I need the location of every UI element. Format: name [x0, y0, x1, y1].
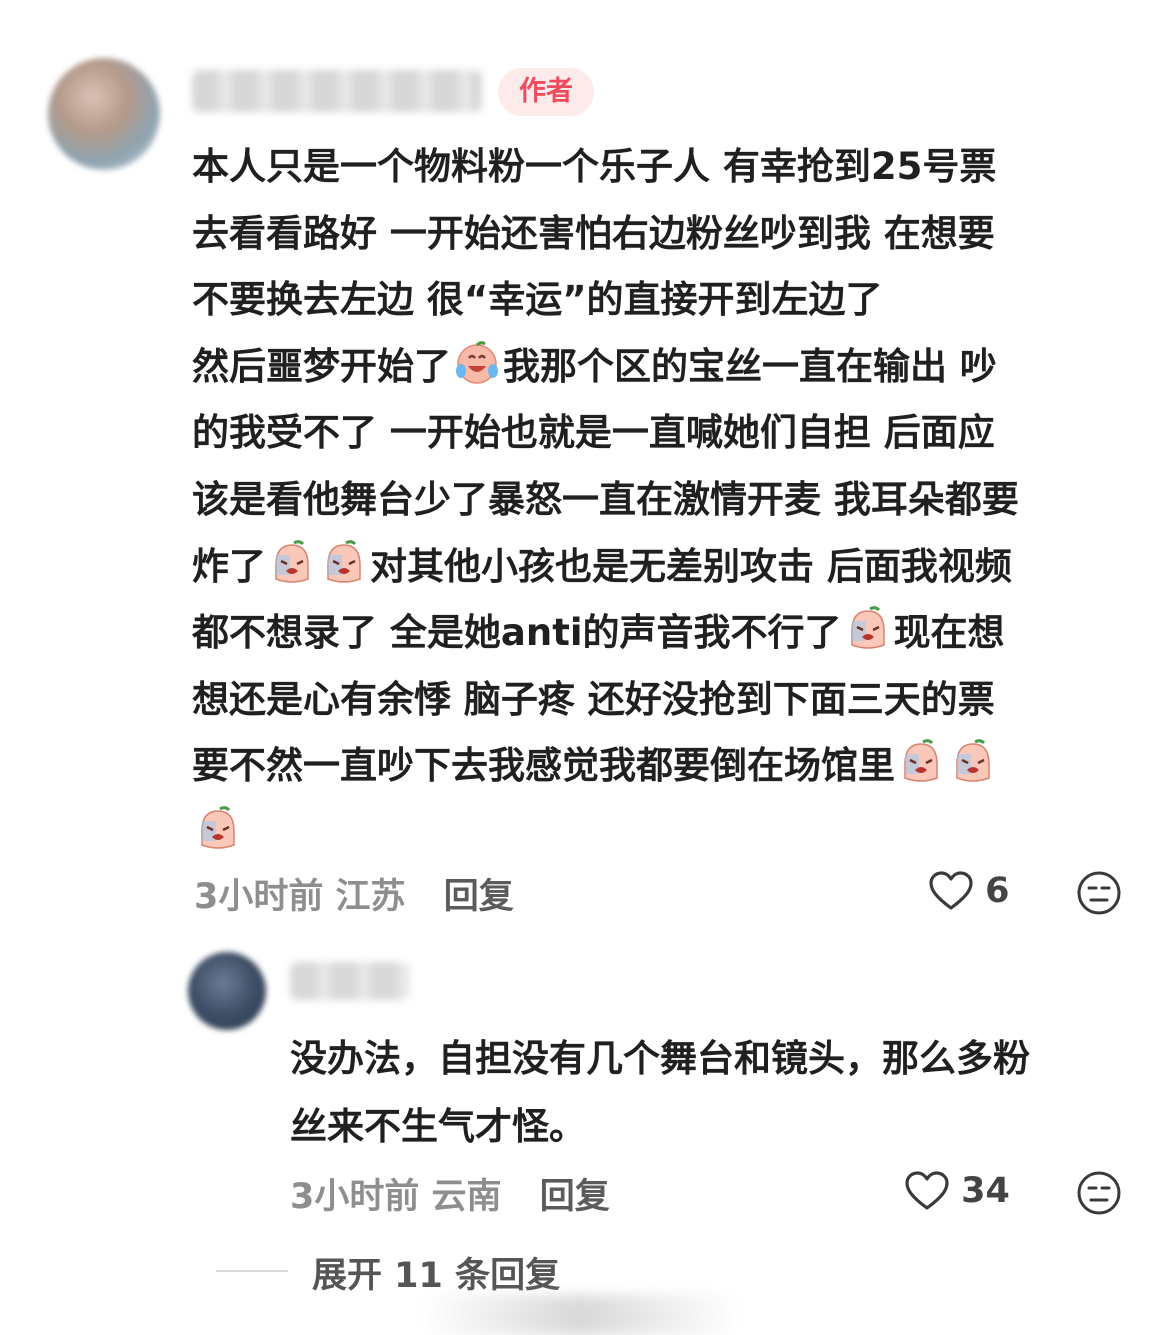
reply-line: 丝来不生气才怪。: [290, 1105, 586, 1148]
like-count: 6: [985, 871, 1010, 911]
comment-line: 然后噩梦开始了 我那个区的宝丝一直在输出 吵: [192, 334, 1127, 401]
reply-location: 云南: [431, 1177, 502, 1217]
expand-replies-button[interactable]: 展开 11 条回复: [312, 1247, 560, 1298]
comment-line: 去看看路好 一开始还害怕右边粉丝吵到我 在想要: [192, 211, 995, 255]
comment-line-part: 要不然一直吵下去我感觉我都要倒在场馆里: [192, 744, 895, 788]
reply-like-count: 34: [961, 1171, 1010, 1211]
reply-line: 没办法，自担没有几个舞台和镜头，那么多粉: [290, 1037, 1030, 1080]
heart-outline-icon: [904, 1170, 950, 1212]
comment-meta: 3小时前 江苏 回复: [194, 868, 514, 919]
comment-line: 要不然一直吵下去我感觉我都要倒在场馆里: [192, 733, 1127, 800]
crying-emoji-icon: [949, 738, 997, 786]
like-button[interactable]: 6: [928, 870, 1009, 912]
reply-meta: 3小时前 云南 回复: [290, 1168, 610, 1219]
username-blurred[interactable]: [192, 70, 482, 112]
heart-outline-icon: [928, 870, 974, 912]
comment-line: [192, 800, 1127, 867]
reply-dislike-button[interactable]: [1076, 1170, 1122, 1216]
comment-line-part: 我那个区的宝丝一直在输出 吵: [503, 344, 997, 388]
reply-button[interactable]: 回复: [444, 877, 514, 917]
comment-line: 该是看他舞台少了暴怒一直在激情开麦 我耳朵都要: [192, 477, 1019, 521]
author-badge: 作者: [498, 68, 594, 116]
comment-line-part: 对其他小孩也是无差别攻击 后面我视频: [370, 544, 1012, 588]
comment-line: 本人只是一个物料粉一个乐子人 有幸抢到25号票: [192, 145, 997, 188]
comment-line-part: 都不想录了 全是她anti的声音我不行了: [192, 611, 842, 655]
crying-emoji-icon: [268, 539, 316, 587]
reply-text: 没办法，自担没有几个舞台和镜头，那么多粉 丝来不生气才怪。: [290, 1025, 1130, 1161]
comment-text: 本人只是一个物料粉一个乐子人 有幸抢到25号票 去看看路好 一开始还害怕右边粉丝…: [192, 134, 1127, 867]
reply-reply-button[interactable]: 回复: [540, 1177, 610, 1217]
comment-line: 想还是心有余悸 脑子疼 还好没抢到下面三天的票: [192, 677, 995, 721]
comment-line-part: 现在想: [893, 611, 1005, 655]
neutral-face-icon: [1076, 870, 1122, 916]
neutral-face-icon: [1076, 1170, 1122, 1216]
dislike-button[interactable]: [1076, 870, 1122, 916]
comment-line-part: 然后噩梦开始了: [192, 344, 451, 388]
laugh-cry-emoji-icon: [453, 339, 501, 387]
comment-location: 江苏: [335, 877, 406, 917]
comment-line: 不要换去左边 很“幸运”的直接开到左边了: [192, 278, 883, 322]
divider: [216, 1270, 288, 1272]
comment-line: 的我受不了 一开始也就是一直喊她们自担 后面应: [192, 411, 995, 455]
comment-line: 炸了 对其他小孩也是无差别攻击 后面我视频: [192, 534, 1127, 601]
comment-line-part: 炸了: [192, 544, 266, 588]
watermark-blur: [420, 1295, 740, 1335]
avatar[interactable]: [48, 58, 160, 170]
comment-time: 3小时前: [194, 877, 324, 917]
reply-username-blurred[interactable]: [290, 962, 410, 1000]
reply-time: 3小时前: [290, 1177, 420, 1217]
reply-like-button[interactable]: 34: [904, 1170, 1010, 1212]
comment-line: 都不想录了 全是她anti的声音我不行了 现在想: [192, 600, 1127, 667]
crying-emoji-icon: [897, 738, 945, 786]
crying-emoji-icon: [194, 805, 242, 853]
reply-avatar[interactable]: [188, 952, 266, 1030]
crying-emoji-icon: [320, 539, 368, 587]
crying-emoji-icon: [844, 605, 892, 653]
